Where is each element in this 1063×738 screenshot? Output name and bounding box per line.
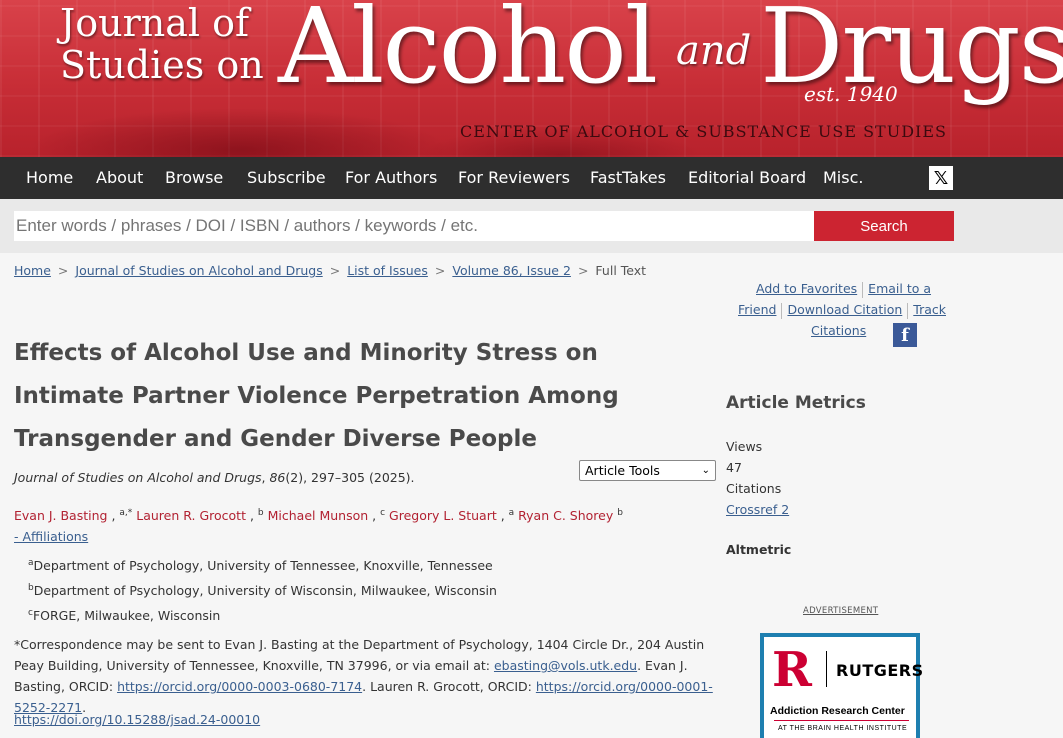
- banner-line-2: Studies on: [60, 43, 264, 87]
- author-link[interactable]: Ryan C. Shorey: [518, 508, 613, 523]
- nav-for-authors[interactable]: For Authors: [345, 157, 437, 199]
- banner-word-and: and: [676, 28, 752, 74]
- author-sup: c: [380, 508, 386, 518]
- chevron-down-icon: ⌄: [701, 465, 710, 476]
- affiliation-text: FORGE, Milwaukee, Wisconsin: [32, 608, 221, 624]
- author-sup: b: [257, 508, 264, 518]
- article-actions: Add to Favorites Email to a Friend Downloa…: [726, 278, 956, 341]
- views-value: 47: [726, 460, 742, 475]
- affiliation-text: Department of Psychology, University of …: [33, 583, 497, 599]
- nav-editorial-board[interactable]: Editorial Board: [688, 157, 806, 199]
- breadcrumb: Home > Journal of Studies on Alcohol and D…: [14, 263, 646, 278]
- banner-est: est. 1940: [804, 82, 898, 106]
- breadcrumb-separator: >: [434, 263, 446, 278]
- views-label: Views: [726, 439, 763, 454]
- breadcrumb-journal[interactable]: Journal of Studies on Alcohol and Drugs: [75, 263, 322, 278]
- citation-journal: Journal of Studies on Alcohol and Drugs: [14, 470, 262, 485]
- breadcrumb-separator: >: [577, 263, 589, 278]
- rutgers-r-logo: R: [772, 642, 812, 698]
- nav-for-reviewers[interactable]: For Reviewers: [458, 157, 570, 199]
- divider: [781, 302, 783, 319]
- author-link[interactable]: Lauren R. Grocott: [136, 508, 246, 523]
- affiliation-item: aDepartment of Psychology, University of…: [28, 552, 497, 577]
- email-friend-link-1[interactable]: Email to a: [868, 281, 931, 296]
- divider: [862, 281, 864, 298]
- breadcrumb-list-of-issues[interactable]: List of Issues: [347, 263, 428, 278]
- breadcrumb-current: Full Text: [595, 263, 647, 278]
- search-button[interactable]: Search: [814, 211, 954, 241]
- download-citation-link[interactable]: Download Citation: [787, 302, 902, 317]
- crossref-row: Crossref 2: [726, 502, 789, 517]
- rutgers-ad[interactable]: R RUTGERS Addiction Research Center AT T…: [760, 633, 923, 738]
- author-sup: a,*: [119, 508, 133, 518]
- nav-home[interactable]: Home: [26, 157, 73, 199]
- banner-line-1: Journal of: [60, 1, 250, 45]
- email-link[interactable]: ebasting@vols.utk.edu: [494, 658, 637, 673]
- breadcrumb-home[interactable]: Home: [14, 263, 51, 278]
- affiliation-item: cFORGE, Milwaukee, Wisconsin: [28, 602, 497, 627]
- citations-label: Citations: [726, 481, 782, 496]
- ad-divider: [826, 651, 827, 687]
- nav-misc[interactable]: Misc.: [823, 157, 863, 199]
- x-twitter-icon[interactable]: 𝕏: [929, 166, 953, 190]
- divider: [907, 302, 909, 319]
- breadcrumb-separator: >: [57, 263, 69, 278]
- ad-center-name: Addiction Research Center: [770, 705, 905, 717]
- article-citation: Journal of Studies on Alcohol and Drugs,…: [14, 470, 415, 485]
- breadcrumb-volume-issue[interactable]: Volume 86, Issue 2: [452, 263, 571, 278]
- main-nav: Home About Browse Subscribe For Authors …: [0, 157, 1063, 347]
- correspondence: *Correspondence may be sent to Evan J. B…: [14, 634, 714, 718]
- ad-brand: RUTGERS: [836, 661, 924, 680]
- article-tools-dropdown[interactable]: Article Tools ⌄: [579, 460, 716, 481]
- ad-rule: [774, 720, 909, 721]
- affiliations-list: aDepartment of Psychology, University of…: [28, 552, 497, 627]
- search-bar: Search: [0, 199, 1063, 253]
- author-link[interactable]: Michael Munson: [268, 508, 369, 523]
- article-title: Effects of Alcohol Use and Minority Stre…: [14, 340, 619, 452]
- nav-subscribe[interactable]: Subscribe: [247, 157, 326, 199]
- journal-banner[interactable]: Journal of Studies on Alcohol and Drugs …: [0, 0, 1063, 157]
- search-input[interactable]: [14, 211, 814, 241]
- article-metrics-heading: Article Metrics: [726, 393, 866, 413]
- nav-fasttakes[interactable]: FastTakes: [590, 157, 666, 199]
- breadcrumb-separator: >: [329, 263, 341, 278]
- author-sup: a: [508, 508, 515, 518]
- track-citations-link-2[interactable]: Citations: [811, 323, 866, 338]
- orcid-link-1[interactable]: https://orcid.org/0000-0003-0680-7174: [117, 679, 362, 694]
- article-tools-label: Article Tools: [585, 463, 660, 478]
- doi: https://doi.org/10.15288/jsad.24-00010: [14, 712, 260, 727]
- author-sup: b: [617, 508, 623, 518]
- affiliations-toggle[interactable]: - Affiliations: [14, 529, 88, 544]
- citation-volume: 86: [269, 470, 286, 485]
- banner-word-alcohol: Alcohol: [278, 0, 658, 107]
- banner-center-name: CENTER OF ALCOHOL & SUBSTANCE USE STUDIE…: [460, 122, 947, 141]
- advertisement-label: ADVERTISEMENT: [803, 606, 879, 616]
- author-link[interactable]: Gregory L. Stuart: [389, 508, 497, 523]
- doi-link[interactable]: https://doi.org/10.15288/jsad.24-00010: [14, 712, 260, 727]
- nav-about[interactable]: About: [96, 157, 143, 199]
- add-to-favorites-link[interactable]: Add to Favorites: [756, 281, 857, 296]
- crossref-link[interactable]: Crossref 2: [726, 502, 789, 517]
- nav-browse[interactable]: Browse: [165, 157, 223, 199]
- citation-rest: (2), 297–305 (2025).: [285, 470, 415, 485]
- track-citations-link-1[interactable]: Track: [913, 302, 946, 317]
- email-friend-link-2[interactable]: Friend: [738, 302, 776, 317]
- correspondence-text: . Lauren R. Grocott, ORCID:: [362, 679, 536, 694]
- affiliation-item: bDepartment of Psychology, University of…: [28, 577, 497, 602]
- author-list: Evan J. Basting , a,* Lauren R. Grocott …: [14, 508, 623, 545]
- author-link[interactable]: Evan J. Basting: [14, 508, 107, 523]
- ad-subtitle: AT THE BRAIN HEALTH INSTITUTE: [778, 725, 908, 732]
- affiliation-text: Department of Psychology, University of …: [33, 558, 493, 574]
- altmetric-label: Altmetric: [726, 542, 792, 557]
